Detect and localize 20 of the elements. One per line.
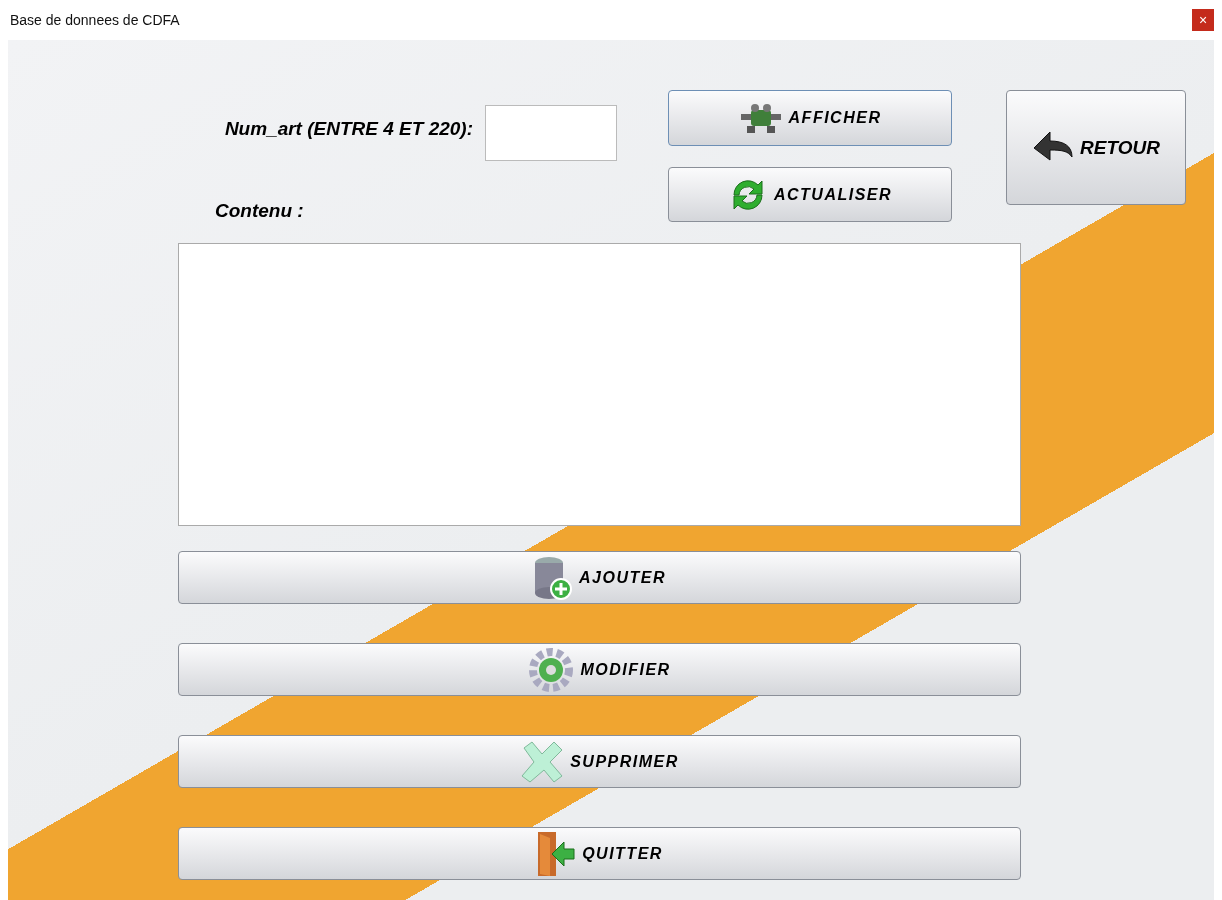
add-button[interactable]: AJOUTER xyxy=(178,551,1021,604)
field-label: Num_art (ENTRE 4 ET 220): xyxy=(224,117,474,140)
refresh-icon xyxy=(733,179,763,210)
close-button[interactable]: × xyxy=(1192,9,1214,31)
display-button[interactable]: AFFICHER xyxy=(668,90,952,146)
robot-icon xyxy=(740,104,781,133)
x-mark-icon xyxy=(521,741,563,782)
database-add-icon xyxy=(535,556,572,600)
delete-button[interactable]: SUPPRIMER xyxy=(178,735,1021,788)
gear-icon xyxy=(529,647,574,692)
quit-button[interactable]: QUITTER xyxy=(178,827,1021,880)
door-exit-icon xyxy=(538,831,575,876)
refresh-button[interactable]: ACTUALISER xyxy=(668,167,952,222)
text-area[interactable] xyxy=(178,243,1021,526)
input-field[interactable] xyxy=(485,105,617,161)
back-button[interactable]: RETOUR xyxy=(1006,90,1186,205)
window-title: Base de donnees de CDFA xyxy=(10,12,180,28)
back-arrow-icon xyxy=(1033,131,1073,160)
modify-button[interactable]: MODIFIER xyxy=(178,643,1021,696)
field-label: Contenu : xyxy=(215,200,304,222)
